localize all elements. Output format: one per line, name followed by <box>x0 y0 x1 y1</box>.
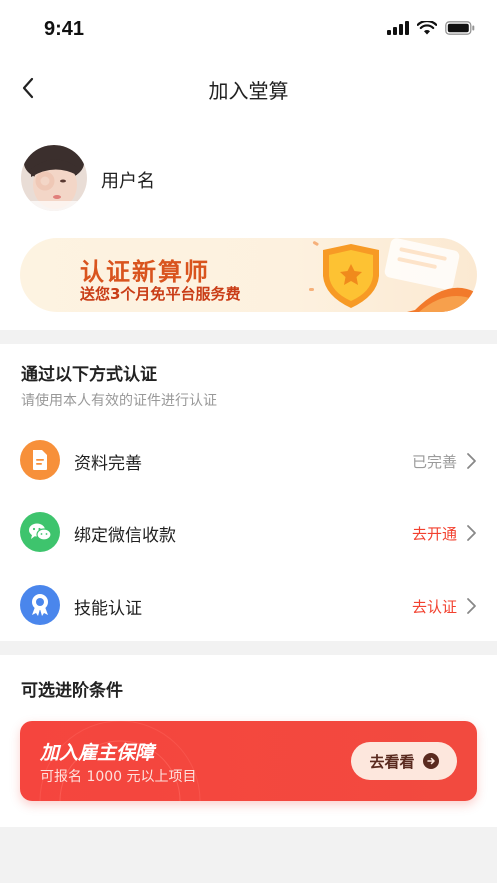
shield-coupon-icon <box>309 238 475 312</box>
row-label: 技能认证 <box>74 599 142 619</box>
wifi-icon <box>417 21 437 35</box>
row-label: 绑定微信收款 <box>74 526 176 546</box>
page-title: 加入堂算 <box>208 79 289 103</box>
advanced-title: 可选进阶条件 <box>21 681 123 701</box>
certify-title: 通过以下方式认证 <box>21 365 157 385</box>
avatar-image <box>21 145 87 211</box>
chevron-right-icon <box>467 453 476 469</box>
row-status: 已完善 <box>411 453 457 471</box>
view-button-label: 去看看 <box>369 752 415 771</box>
chevron-right-icon <box>467 525 476 541</box>
promo-title: 认证新算师 <box>80 258 210 286</box>
document-icon <box>20 440 60 480</box>
advanced-section: 可选进阶条件 加入雇主保障 可报名 1000 元以上项目 去看看 <box>0 655 497 827</box>
promo-banner[interactable]: 认证新算师 送您3个月免平台服务费 <box>20 238 477 312</box>
username: 用户名 <box>101 171 155 192</box>
row-status: 去认证 <box>411 598 457 616</box>
row-profile-completion[interactable]: 资料完善 已完善 <box>0 430 497 492</box>
status-time: 9:41 <box>44 18 85 40</box>
status-icons <box>387 21 475 35</box>
wechat-icon <box>20 512 60 552</box>
employer-guarantee-card[interactable]: 加入雇主保障 可报名 1000 元以上项目 去看看 <box>20 721 477 801</box>
promo-subtitle: 送您3个月免平台服务费 <box>80 285 241 303</box>
view-button[interactable]: 去看看 <box>351 742 457 780</box>
row-label: 资料完善 <box>74 454 142 474</box>
cellular-signal-icon <box>387 21 409 35</box>
row-status: 去开通 <box>411 525 457 543</box>
card-title: 加入雇主保障 <box>40 742 155 764</box>
chevron-right-icon <box>467 598 476 614</box>
card-subtitle: 可报名 1000 元以上项目 <box>40 769 197 785</box>
battery-icon <box>445 21 475 35</box>
row-skill-certification[interactable]: 技能认证 去认证 <box>0 575 497 637</box>
certify-subtitle: 请使用本人有效的证件进行认证 <box>21 393 217 409</box>
nav-bar: 加入堂算 <box>0 62 497 114</box>
row-bind-wechat[interactable]: 绑定微信收款 去开通 <box>0 502 497 564</box>
avatar[interactable] <box>21 145 87 211</box>
badge-icon <box>20 585 60 625</box>
status-bar: 9:41 <box>0 0 497 52</box>
certify-section: 通过以下方式认证 请使用本人有效的证件进行认证 资料完善 已完善 绑定微信收款 … <box>0 344 497 641</box>
arrow-right-icon <box>422 753 439 769</box>
